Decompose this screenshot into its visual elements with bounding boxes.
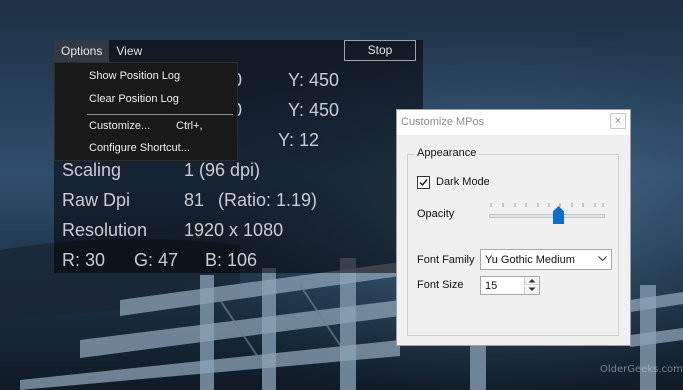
customize-shortcut: Ctrl+, [176,120,203,132]
chevron-down-icon [598,256,607,262]
rawdpi-value: 81 [184,190,205,210]
blue-value: B: 106 [205,250,258,270]
menu-view[interactable]: View [109,40,149,62]
dialog-title: Customize MPos [401,116,485,128]
font-size-value: 15 [485,280,498,292]
stop-button[interactable]: Stop [344,40,416,61]
menu-bar: Options View [54,40,149,62]
font-size-increment-button[interactable] [524,277,539,285]
font-family-label: Font Family [417,254,475,266]
checkmark-icon [419,179,428,187]
resolution-label: Resolution [62,220,148,240]
customize-label: Customize... [89,120,151,132]
arrow-down-icon [528,287,536,291]
scaling-label: Scaling [62,160,122,180]
options-dropdown-menu: Show Position Log Clear Position Log Cus… [54,62,238,161]
customize-dialog: Customize MPos × Appearance Dark Mode Op… [396,109,631,346]
arrow-up-icon [528,279,536,283]
row3-y-value: Y: 12 [278,130,320,150]
watermark: OlderGeeks.com [600,364,683,375]
menu-item-configure-shortcut[interactable]: Configure Shortcut... [89,139,231,157]
font-size-spinner[interactable]: 15 [480,276,540,295]
green-value: G: 47 [134,250,179,270]
dark-mode-checkbox[interactable] [417,176,430,189]
font-size-label: Font Size [417,279,464,291]
resolution-value: 1920 x 1080 [184,220,284,240]
font-size-decrement-button[interactable] [524,286,539,294]
clear-position-log-label: Clear Position Log [89,93,179,105]
scaling-value: 1 (96 dpi) [184,160,261,180]
close-button[interactable]: × [610,113,626,129]
opacity-slider-ticks [490,203,604,207]
opacity-label: Opacity [417,208,455,220]
menu-item-show-position-log[interactable]: Show Position Log [89,67,231,85]
rawdpi-label: Raw Dpi [62,190,131,210]
menu-item-clear-position-log[interactable]: Clear Position Log [89,90,231,108]
row2-y-value: Y: 450 [288,100,340,120]
dialog-titlebar[interactable]: Customize MPos × [397,110,630,135]
close-icon: × [614,115,622,127]
appearance-group-label: Appearance [415,147,479,159]
configure-shortcut-label: Configure Shortcut... [89,142,190,154]
menu-item-customize[interactable]: Customize... Ctrl+, [89,117,231,135]
show-position-log-label: Show Position Log [89,70,181,82]
opacity-slider[interactable] [489,214,605,218]
row1-y-value: Y: 450 [288,70,340,90]
font-family-select[interactable]: Yu Gothic Medium [480,249,612,270]
dark-mode-label: Dark Mode [436,176,490,188]
rawdpi-ratio: (Ratio: 1.19) [218,190,318,210]
menu-options[interactable]: Options [54,40,110,62]
red-value: R: 30 [62,250,106,270]
font-family-value: Yu Gothic Medium [485,254,575,266]
menu-separator [87,114,233,115]
